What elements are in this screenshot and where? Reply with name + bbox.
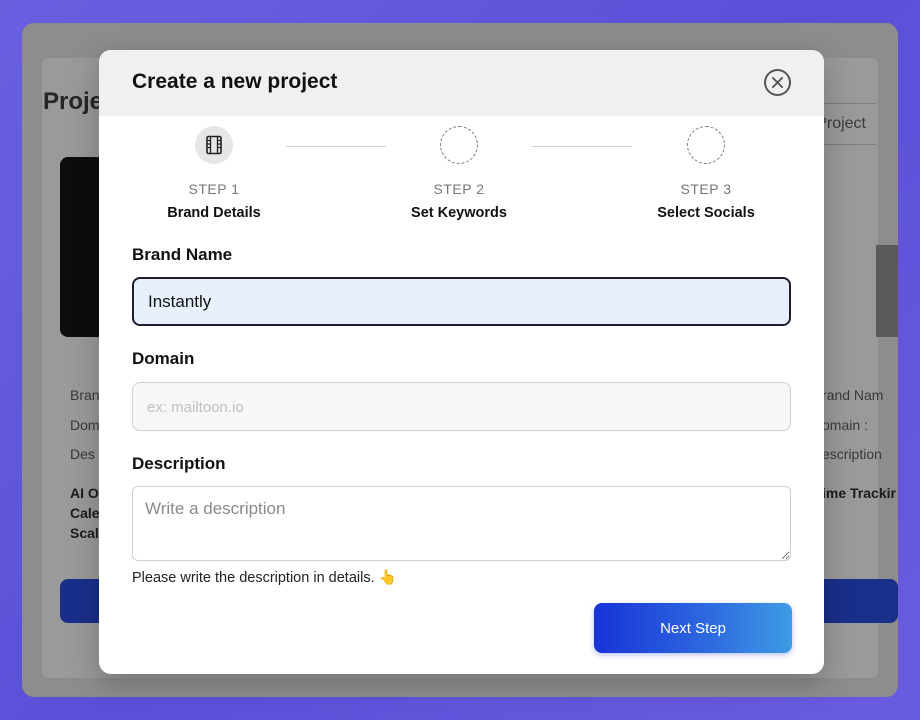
step-2-circle bbox=[440, 126, 478, 164]
background-project-card-image-right bbox=[876, 245, 898, 337]
background-field-label: Des bbox=[70, 446, 95, 462]
step-1-number: STEP 1 bbox=[188, 181, 240, 197]
background-page-title: Proje bbox=[43, 88, 104, 115]
step-1[interactable]: STEP 1 Brand Details bbox=[114, 126, 314, 221]
modal-title: Create a new project bbox=[132, 70, 338, 93]
step-3-label: Select Socials bbox=[657, 205, 755, 221]
description-helper-text: Please write the description in details.… bbox=[132, 570, 397, 586]
stepper: STEP 1 Brand Details STEP 2 Set Keywords… bbox=[99, 126, 824, 226]
background-tag: Scal bbox=[70, 525, 99, 541]
background-tag: AI O bbox=[70, 485, 99, 501]
step-3-circle bbox=[687, 126, 725, 164]
next-step-button[interactable]: Next Step bbox=[594, 603, 792, 653]
background-field-label: omain : bbox=[822, 417, 868, 433]
description-label: Description bbox=[132, 454, 226, 473]
description-textarea[interactable] bbox=[132, 486, 791, 561]
background-action-button bbox=[822, 579, 898, 623]
step-3-number: STEP 3 bbox=[680, 181, 732, 197]
domain-input[interactable] bbox=[132, 382, 791, 431]
background-tag: ime Trackir bbox=[822, 485, 896, 501]
step-2-number: STEP 2 bbox=[433, 181, 485, 197]
close-icon bbox=[772, 77, 783, 88]
step-2[interactable]: STEP 2 Set Keywords bbox=[359, 126, 559, 221]
background-field-label: Dom bbox=[70, 417, 100, 433]
step-1-circle bbox=[195, 126, 233, 164]
brand-name-input[interactable] bbox=[132, 277, 791, 326]
background-field-label: rand Nam bbox=[822, 387, 884, 403]
create-project-modal: Create a new project STEP 1 Brand Detail… bbox=[99, 50, 824, 674]
domain-label: Domain bbox=[132, 349, 195, 368]
step-3[interactable]: STEP 3 Select Socials bbox=[606, 126, 806, 221]
background-field-label: escription bbox=[822, 446, 882, 462]
film-icon bbox=[206, 135, 222, 155]
modal-header: Create a new project bbox=[99, 50, 824, 116]
close-button[interactable] bbox=[764, 69, 791, 96]
background-field-label: Bran bbox=[70, 387, 100, 403]
step-1-label: Brand Details bbox=[167, 205, 261, 221]
brand-name-label: Brand Name bbox=[132, 245, 233, 264]
background-tag: Cale bbox=[70, 505, 100, 521]
step-2-label: Set Keywords bbox=[411, 205, 507, 221]
